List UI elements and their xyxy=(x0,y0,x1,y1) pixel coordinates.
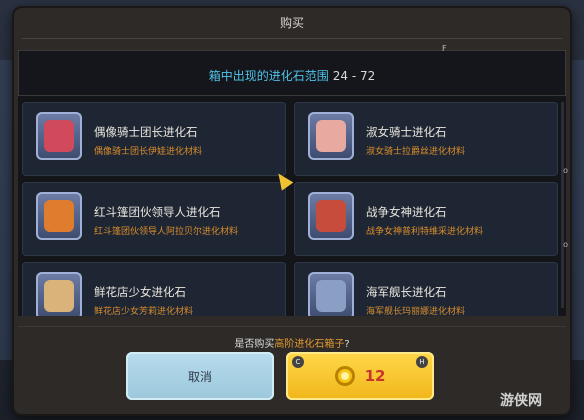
portrait-face xyxy=(44,120,74,152)
coin-icon xyxy=(334,366,355,386)
confirm-question: 是否购买高阶进化石箱子? xyxy=(18,326,566,353)
item-name: 红斗篷团伙领导人进化石 xyxy=(94,205,221,219)
portrait-face xyxy=(44,280,74,312)
question-text: 是否购买高阶进化石箱子? xyxy=(18,335,566,350)
character-portrait xyxy=(36,192,82,240)
question-highlight: 高阶进化石箱子 xyxy=(274,339,345,350)
list-item[interactable]: 海军舰长进化石 海军舰长玛丽娜进化材料 xyxy=(294,262,558,316)
range-value: 24 - 72 xyxy=(332,69,376,83)
scroll-marker: o xyxy=(563,240,568,249)
question-suffix: ? xyxy=(344,339,350,350)
dialog-title: 购买 xyxy=(279,16,304,30)
range-label: 箱中出现的进化石范围 xyxy=(208,69,329,83)
stone-list[interactable]: 偶像骑士团长进化石 偶像骑士团长伊娃进化材料 淑女骑士进化石 淑女骑士拉爵丝进化… xyxy=(18,96,566,316)
list-item[interactable]: 淑女骑士进化石 淑女骑士拉爵丝进化材料 xyxy=(294,102,558,176)
portrait-face xyxy=(44,200,74,232)
item-desc: 淑女骑士拉爵丝进化材料 xyxy=(366,147,466,157)
buy-button[interactable]: C 12 H xyxy=(286,352,434,400)
list-item[interactable]: 战争女神进化石 战争女神普利特维采进化材料 xyxy=(294,182,558,256)
character-portrait xyxy=(36,272,82,316)
corner-marker: F xyxy=(442,44,447,53)
item-desc: 战争女神普利特维采进化材料 xyxy=(366,227,484,237)
item-desc: 海军舰长玛丽娜进化材料 xyxy=(366,307,466,316)
price-value: 12 xyxy=(364,367,386,385)
question-prefix: 是否购买 xyxy=(234,339,275,350)
portrait-face xyxy=(316,200,346,232)
title-divider xyxy=(22,38,562,39)
list-item[interactable]: 鲜花店少女进化石 鲜花店少女芳莉进化材料 xyxy=(22,262,286,316)
character-portrait xyxy=(308,272,354,316)
key-hint-right: H xyxy=(416,356,428,368)
portrait-face xyxy=(316,280,346,312)
item-name: 海军舰长进化石 xyxy=(366,285,447,299)
list-item[interactable]: 红斗篷团伙领导人进化石 红斗篷团伙领导人阿拉贝尔进化材料 xyxy=(22,182,286,256)
cancel-button[interactable]: 取消 xyxy=(126,352,274,400)
portrait-face xyxy=(316,120,346,152)
background-panel-right xyxy=(570,60,584,360)
scroll-marker: o xyxy=(563,166,568,175)
item-desc: 偶像骑士团长伊娃进化材料 xyxy=(94,147,203,157)
cancel-label: 取消 xyxy=(187,369,212,384)
range-info-box: 箱中出现的进化石范围 24 - 72 xyxy=(18,50,566,96)
character-portrait xyxy=(308,112,354,160)
character-portrait xyxy=(308,192,354,240)
item-name: 战争女神进化石 xyxy=(366,205,447,219)
list-item[interactable]: 偶像骑士团长进化石 偶像骑士团长伊娃进化材料 xyxy=(22,102,286,176)
item-desc: 鲜花店少女芳莉进化材料 xyxy=(94,307,194,316)
range-line: 箱中出现的进化石范围 24 - 72 xyxy=(19,67,565,84)
key-hint-left: C xyxy=(292,356,304,368)
character-portrait xyxy=(36,112,82,160)
item-name: 鲜花店少女进化石 xyxy=(94,285,186,299)
item-name: 偶像骑士团长进化石 xyxy=(94,125,198,139)
item-name: 淑女骑士进化石 xyxy=(366,125,447,139)
item-desc: 红斗篷团伙领导人阿拉贝尔进化材料 xyxy=(94,227,239,237)
list-scrollbar[interactable] xyxy=(561,102,564,308)
watermark: 游侠网 xyxy=(500,393,542,409)
